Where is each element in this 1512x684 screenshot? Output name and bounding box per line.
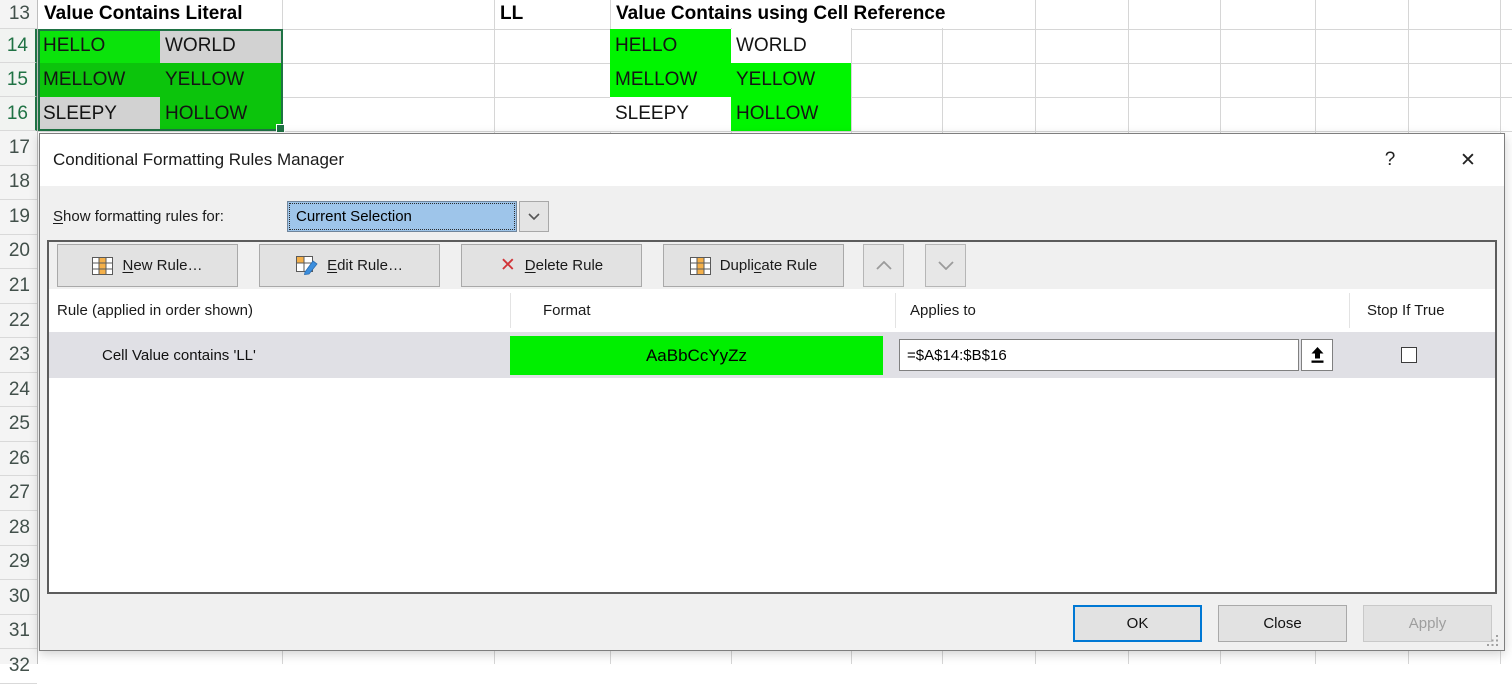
row-header-27[interactable]: 27 xyxy=(0,477,37,512)
chevron-down-icon xyxy=(528,213,540,221)
table-pencil-icon xyxy=(296,256,318,275)
row-header-strip: 1314151617181920212223242526272829303132 xyxy=(0,0,38,664)
move-rule-up-button[interactable] xyxy=(863,244,904,287)
rules-panel: New Rule… Edit Rule… ✕ Delete Rule xyxy=(47,240,1497,594)
close-icon: ✕ xyxy=(1460,149,1476,172)
red-x-icon: ✕ xyxy=(500,256,516,275)
row-header-14[interactable]: 14 xyxy=(0,29,37,63)
dialog-title: Conditional Formatting Rules Manager xyxy=(53,134,344,186)
row-header-21[interactable]: 21 xyxy=(0,269,37,304)
cell-e16[interactable]: SLEEPY xyxy=(610,97,731,131)
stop-if-true-checkbox[interactable] xyxy=(1401,347,1417,363)
conditional-formatting-rules-manager-dialog: Conditional Formatting Rules Manager ? ✕… xyxy=(39,133,1505,651)
cell-f16[interactable]: HOLLOW xyxy=(731,97,851,131)
row-header-19[interactable]: 19 xyxy=(0,200,37,235)
row-header-16[interactable]: 16 xyxy=(0,97,37,131)
row-header-25[interactable]: 25 xyxy=(0,407,37,442)
rule-description: Cell Value contains 'LL' xyxy=(102,332,256,378)
table-grid-icon xyxy=(690,257,711,275)
format-preview: AaBbCcYyZz xyxy=(510,336,883,375)
duplicate-rule-button[interactable]: Duplicate Rule xyxy=(663,244,844,287)
show-rules-dropdown[interactable]: Current Selection xyxy=(287,201,517,232)
cell-e13-title[interactable]: Value Contains using Cell Reference xyxy=(611,0,1031,28)
new-rule-button[interactable]: New Rule… xyxy=(57,244,238,287)
row-header-20[interactable]: 20 xyxy=(0,235,37,270)
column-separator xyxy=(510,293,511,328)
cell-e15[interactable]: MELLOW xyxy=(610,63,731,97)
col-header-rule: Rule (applied in order shown) xyxy=(57,289,253,332)
row-header-29[interactable]: 29 xyxy=(0,546,37,581)
column-separator xyxy=(1349,293,1350,328)
close-dialog-button[interactable]: Close xyxy=(1218,605,1347,642)
rule-row-selected[interactable]: Cell Value contains 'LL' AaBbCcYyZz =$A$… xyxy=(49,332,1495,378)
row-header-17[interactable]: 17 xyxy=(0,131,37,166)
cell-f15[interactable]: YELLOW xyxy=(731,63,851,97)
row-header-18[interactable]: 18 xyxy=(0,166,37,201)
show-rules-label: Show formatting rules for: xyxy=(53,196,224,236)
fill-handle[interactable] xyxy=(276,124,285,133)
col-header-applies: Applies to xyxy=(910,289,976,332)
cell-e14[interactable]: HELLO xyxy=(610,29,731,63)
row-header-31[interactable]: 31 xyxy=(0,615,37,650)
help-button[interactable]: ? xyxy=(1370,140,1410,180)
selection-outline xyxy=(38,29,283,131)
dropdown-value: Current Selection xyxy=(296,208,412,225)
row-header-24[interactable]: 24 xyxy=(0,373,37,408)
help-icon: ? xyxy=(1385,149,1396,171)
edit-rule-button[interactable]: Edit Rule… xyxy=(259,244,440,287)
cell-f14[interactable]: WORLD xyxy=(731,29,851,63)
cell-a13-title[interactable]: Value Contains Literal xyxy=(39,0,282,28)
resize-grip[interactable] xyxy=(1487,634,1499,646)
dropdown-arrow-button[interactable] xyxy=(519,201,549,232)
gridline xyxy=(38,131,1512,132)
rules-toolbar: New Rule… Edit Rule… ✕ Delete Rule xyxy=(49,242,1495,290)
row-header-15[interactable]: 15 xyxy=(0,63,37,97)
row-header-22[interactable]: 22 xyxy=(0,304,37,339)
dialog-titlebar[interactable]: Conditional Formatting Rules Manager ? ✕ xyxy=(40,134,1504,186)
move-rule-down-button[interactable] xyxy=(925,244,966,287)
col-header-format: Format xyxy=(543,289,591,332)
row-header-13[interactable]: 13 xyxy=(0,0,37,29)
applies-to-input[interactable]: =$A$14:$B$16 xyxy=(899,339,1299,371)
chevron-up-icon xyxy=(876,261,892,270)
table-grid-icon xyxy=(92,257,113,275)
row-header-28[interactable]: 28 xyxy=(0,511,37,546)
delete-rule-button[interactable]: ✕ Delete Rule xyxy=(461,244,642,287)
close-button[interactable]: ✕ xyxy=(1446,140,1490,180)
row-header-30[interactable]: 30 xyxy=(0,580,37,615)
chevron-down-icon xyxy=(938,261,954,270)
collapse-dialog-button[interactable] xyxy=(1301,339,1333,371)
apply-button[interactable]: Apply xyxy=(1363,605,1492,642)
row-header-32[interactable]: 32 xyxy=(0,649,37,684)
ok-button[interactable]: OK xyxy=(1073,605,1202,642)
rules-list-header: Rule (applied in order shown) Format App… xyxy=(49,289,1495,332)
collapse-range-icon xyxy=(1310,347,1325,364)
column-separator xyxy=(895,293,896,328)
row-header-23[interactable]: 23 xyxy=(0,338,37,373)
row-header-26[interactable]: 26 xyxy=(0,442,37,477)
cell-d13-ll[interactable]: LL xyxy=(495,0,609,28)
col-header-stop: Stop If True xyxy=(1367,289,1445,332)
